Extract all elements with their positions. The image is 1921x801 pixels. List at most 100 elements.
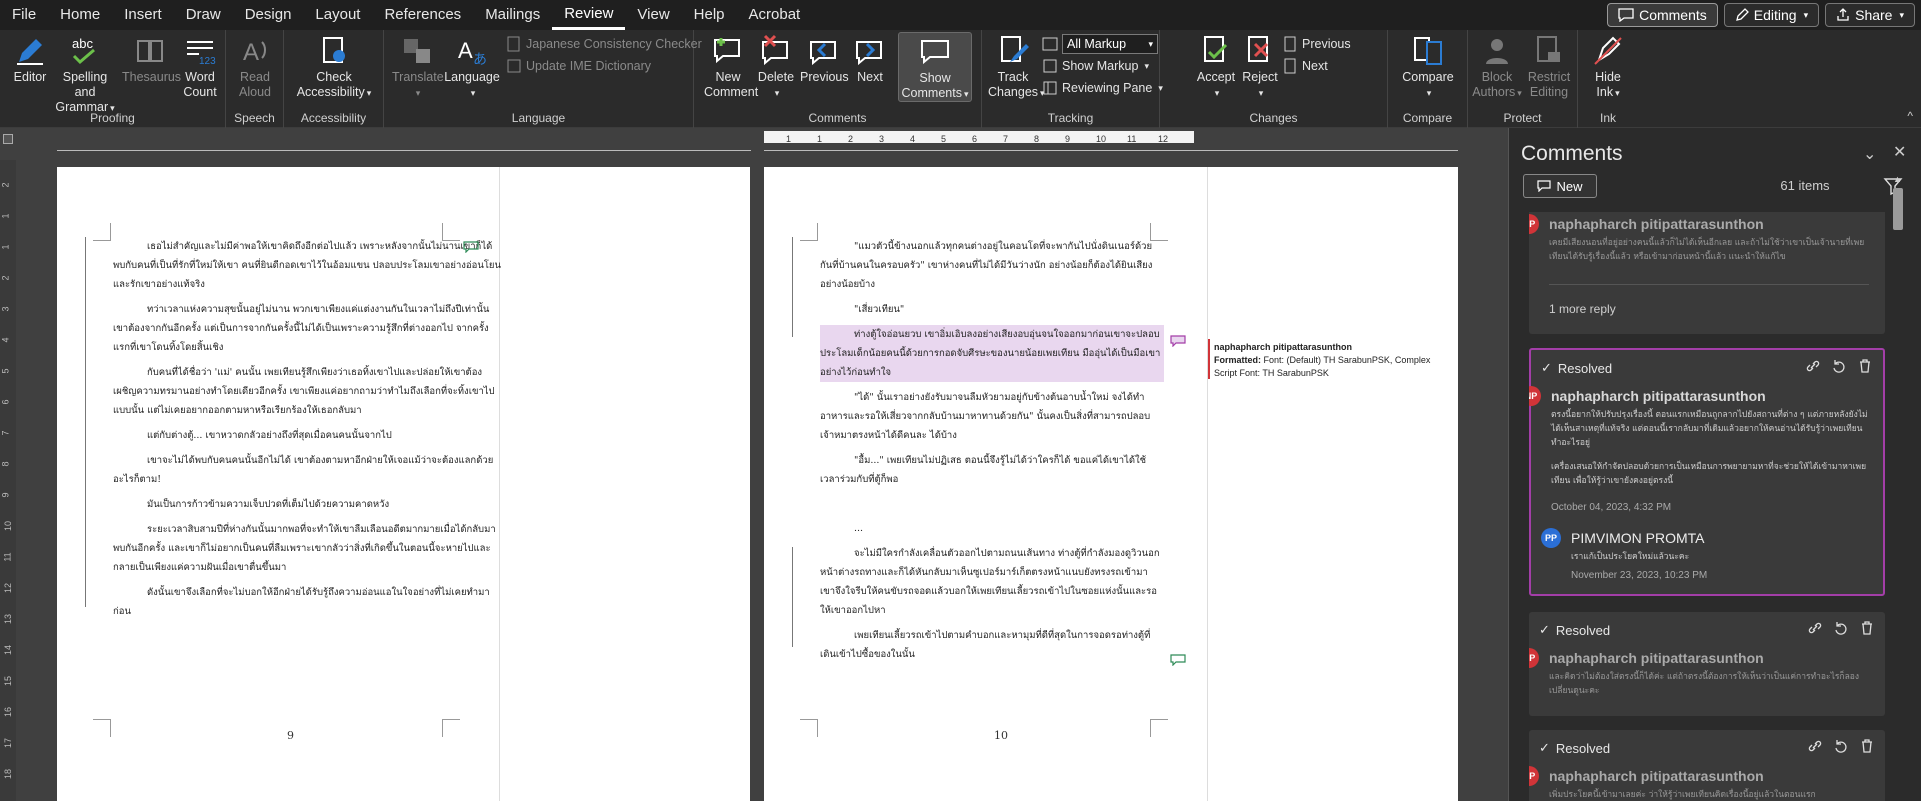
comments-scrollbar[interactable] [1891,174,1905,801]
chevron-down-icon[interactable]: ⌄ [1863,144,1876,164]
comment-card[interactable]: NP naphapharch pitipattarasunthon เคยมีเ… [1529,212,1885,334]
comment-balloon-icon[interactable] [463,241,479,253]
spelling-grammar-button[interactable]: abc Spelling and Grammar ▾ [52,34,118,116]
compare-button[interactable]: Compare ▾ [1394,34,1462,101]
svg-text:123: 123 [199,56,216,67]
menu-references[interactable]: References [372,0,473,30]
restrict-editing-button[interactable]: Restrict Editing [1524,34,1574,100]
comment-card[interactable]: ✓ Resolved NP naphapharch pitipattarasun… [1529,730,1885,801]
next-comment-button[interactable]: Next [850,34,890,85]
reopen-icon[interactable] [1833,738,1849,754]
editor-button[interactable]: Editor [10,34,50,85]
translate-button[interactable]: Translate ▾ [392,34,444,101]
card-actions [1805,358,1873,374]
hide-ink-button[interactable]: Hide Ink ▾ [1586,34,1630,101]
document-page-right[interactable]: "แมวตัวนี้ข้างนอกแล้วทุกคนต่างอยู่ในคอนโ… [764,167,1458,801]
delete-comment-button[interactable]: Delete ▾ [754,34,798,101]
accept-button[interactable]: Accept ▾ [1194,34,1238,101]
menu-draw[interactable]: Draw [174,0,233,30]
menu-layout[interactable]: Layout [303,0,372,30]
ruler-number: 10 [1096,134,1106,144]
reject-button[interactable]: Reject ▾ [1240,34,1280,101]
language-button[interactable]: Aあ Language ▾ [444,34,500,101]
japanese-consistency-checker-button[interactable]: Japanese Consistency Checker [506,36,702,52]
track-changes-button[interactable]: Track Changes ▾ [988,34,1045,101]
show-comments-button[interactable]: Show Comments ▾ [898,32,972,102]
comment-card-selected[interactable]: ✓ Resolved NP naphapharch pitipattarasun… [1529,348,1885,596]
comment-card[interactable]: ✓ Resolved NP naphapharch pitipattarasun… [1529,612,1885,716]
link-icon[interactable] [1805,358,1821,374]
menu-home[interactable]: Home [48,0,112,30]
ruler-number: 14 [3,644,14,656]
menu-insert[interactable]: Insert [112,0,174,30]
show-markup-icon [1042,58,1058,74]
chevron-down-icon: ▾ [1144,60,1149,71]
formatting-markup-note[interactable]: naphapharch pitipattarasunthon Formatted… [1214,341,1452,380]
previous-comment-button[interactable]: Previous [800,34,849,85]
paragraph: เพยเทียนเลี้ยวรถเข้าไปตามคำบอกและหามุมที… [820,630,1151,660]
compare-label: Compare [1402,70,1454,84]
markup-select[interactable]: All Markup ▾ [1062,34,1158,54]
show-markup-button[interactable]: Show Markup ▾ [1042,58,1149,74]
next-change-button[interactable]: Next [1282,58,1328,74]
reopen-icon[interactable] [1833,620,1849,636]
link-icon[interactable] [1807,738,1823,754]
show-comments-label: Show [919,71,951,85]
group-compare: Compare ▾ Compare [1388,30,1468,128]
reviewing-pane-button[interactable]: Reviewing Pane ▾ [1042,80,1163,96]
share-label: Share [1855,7,1893,23]
menu-design[interactable]: Design [233,0,304,30]
comments-toggle-button[interactable]: Comments [1607,3,1718,27]
chevron-down-icon: ▾ [1615,88,1620,98]
check-accessibility-button[interactable]: Check Accessibility ▾ [290,34,378,101]
comment-balloon-icon[interactable] [1170,654,1186,666]
vertical-ruler[interactable]: 2 1 1 2 3 4 5 6 7 8 9 10 11 12 13 14 15 16 17 18 [0,160,16,801]
menu-help[interactable]: Help [682,0,737,30]
next-change-icon [1282,58,1298,74]
card-actions [1807,620,1875,636]
close-icon[interactable]: ✕ [1893,142,1906,162]
thesaurus-button[interactable]: Thesaurus [122,34,181,85]
collapse-ribbon-icon[interactable]: ^ [1907,109,1913,123]
block-authors-label: Block [1481,70,1513,84]
scroll-up-arrow-icon[interactable]: ▲ [1893,174,1902,184]
link-icon[interactable] [1807,620,1823,636]
menu-mailings[interactable]: Mailings [473,0,552,30]
previous-change-button[interactable]: Previous [1282,36,1351,52]
hide-ink-label-2: Ink [1596,85,1614,99]
word-count-button[interactable]: 123 Word Count [180,34,220,100]
trash-icon[interactable] [1857,358,1873,374]
track-changes-label: Track [997,70,1029,84]
comments-scrollbar-thumb[interactable] [1893,188,1903,230]
checkmark-icon: ✓ [1539,740,1550,755]
horizontal-ruler[interactable]: 1 1 2 3 4 5 6 7 8 9 10 11 12 [764,131,1194,144]
new-comment-button[interactable]: New Comment [704,34,758,100]
paragraph: ทว่าเวลาแห่งความสุขนั้นอยู่ไม่นาน พวกเขา… [113,304,490,353]
share-button[interactable]: Share ▾ [1825,3,1915,27]
group-accessibility: Check Accessibility ▾ Accessibility [284,30,384,128]
document-page-left[interactable]: เธอไม่สำคัญและไม่มีค่าพอให้เขาคิดถึงอีกต… [57,167,750,801]
trash-icon[interactable] [1859,738,1875,754]
avatar: NP [1529,214,1539,234]
editing-mode-button[interactable]: Editing ▾ [1723,3,1820,27]
chevron-down-icon: ▾ [366,88,372,98]
comment-balloon-icon[interactable] [1170,335,1186,347]
svg-text:A: A [458,38,473,63]
group-label-tracking: Tracking [1047,111,1094,125]
more-replies-link[interactable]: 1 more reply [1549,302,1616,316]
tab-selector[interactable] [3,134,13,144]
menu-acrobat[interactable]: Acrobat [737,0,813,30]
reopen-icon[interactable] [1831,358,1847,374]
menu-view[interactable]: View [625,0,681,30]
block-authors-button[interactable]: Block Authors ▾ [1472,34,1522,101]
chevron-down-icon: ▾ [470,88,476,98]
markup-note-bar [1208,339,1210,379]
new-comment-pane-button[interactable]: New [1523,174,1597,198]
read-aloud-button[interactable]: A Read Aloud [234,34,276,100]
comments-toggle-label: Comments [1639,7,1707,23]
update-ime-dictionary-button[interactable]: Update IME Dictionary [506,58,651,74]
trash-icon[interactable] [1859,620,1875,636]
change-bar [792,547,793,647]
menu-review[interactable]: Review [552,0,626,30]
menu-file[interactable]: File [0,0,48,30]
